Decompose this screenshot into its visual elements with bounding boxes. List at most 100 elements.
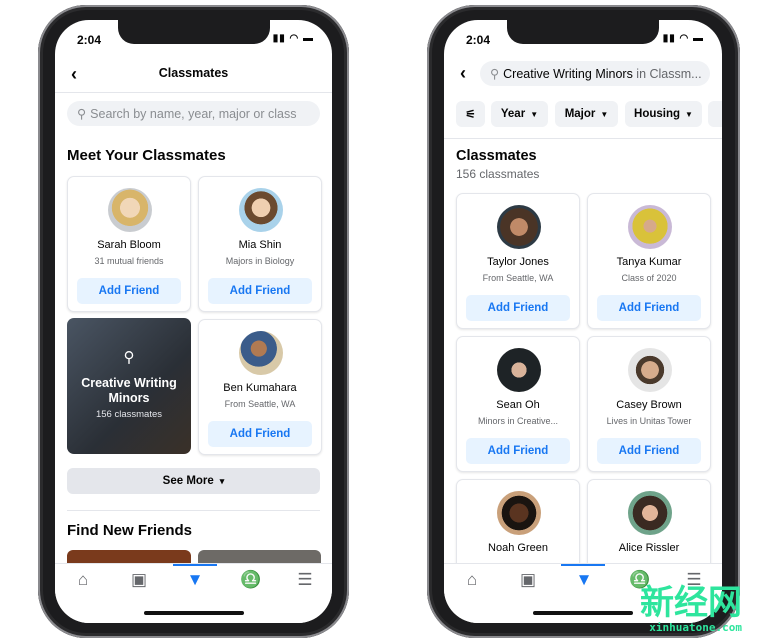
watermark: 新经网 xinhuatone.com [640, 585, 742, 634]
add-friend-button[interactable]: Add Friend [597, 438, 701, 464]
search-scope: in Classm... [632, 66, 702, 81]
sliders-icon: ⚟ [465, 109, 476, 121]
avatar[interactable] [108, 188, 152, 232]
major-filter[interactable]: Major ▼ [555, 101, 618, 127]
active-tab-indicator [561, 564, 605, 566]
classmate-info: From Seattle, WA [482, 273, 554, 283]
avatar[interactable] [628, 491, 672, 535]
status-icons: ▮▮ ◠ ▬ [662, 33, 704, 44]
find-new-friends-title: Find New Friends [67, 522, 193, 539]
screen-left: 2:04 ▮▮ ◠ ▬ ‹ Classmates ⚲ Search by nam… [55, 20, 332, 623]
notch [117, 20, 270, 44]
groups-icon[interactable]: ▼ [183, 570, 207, 590]
groups-icon[interactable]: ▼ [572, 570, 596, 590]
section-divider [67, 510, 320, 511]
add-friend-button[interactable]: Add Friend [77, 278, 181, 304]
avatar[interactable] [239, 188, 283, 232]
caret-down-icon: ▼ [685, 109, 693, 119]
add-friend-button[interactable]: Add Friend [466, 295, 570, 321]
classmate-name[interactable]: Noah Green [457, 542, 579, 554]
year-filter[interactable]: Year ▼ [491, 101, 548, 127]
classmate-name[interactable]: Mia Shin [199, 239, 321, 251]
back-button[interactable]: ‹ [460, 63, 466, 84]
home-indicator [143, 611, 244, 615]
classmate-name[interactable]: Ben Kumahara [199, 382, 321, 394]
add-friend-button[interactable]: Add Friend [466, 438, 570, 464]
phone-right: 2:04 ▮▮ ◠ ▬ ‹ ⚲ Creative Writing Minors … [427, 5, 740, 638]
search-input[interactable]: ⚲ Search by name, year, major or class [67, 101, 320, 126]
group-count: 156 classmates [95, 409, 162, 420]
status-time: 2:04 [77, 33, 102, 47]
add-friend-button[interactable]: Add Friend [597, 295, 701, 321]
avatar[interactable] [497, 491, 541, 535]
active-tab-indicator [173, 564, 217, 566]
search-icon: ⚲ [490, 67, 500, 81]
classmate-info: Majors in Biology [225, 256, 295, 266]
search-icon: ⚲ [123, 349, 135, 366]
see-more-label: See More [162, 475, 214, 487]
filter-settings-button[interactable]: ⚟ [456, 101, 485, 127]
watermark-logo: 新经网 [640, 584, 742, 622]
home-icon[interactable]: ⌂ [71, 570, 95, 590]
status-icons: ▮▮ ◠ ▬ [272, 33, 314, 44]
section-title: Meet Your Classmates [67, 147, 226, 164]
home-icon[interactable]: ⌂ [460, 570, 484, 590]
results-title: Classmates [456, 148, 537, 164]
header-divider [55, 92, 332, 93]
avatar[interactable] [497, 348, 541, 392]
search-query: Creative Writing Minors [503, 66, 633, 81]
avatar[interactable] [628, 348, 672, 392]
page-title: Classmates [158, 66, 229, 80]
add-friend-button[interactable]: Add Friend [208, 278, 312, 304]
add-friend-button[interactable]: Add Friend [208, 421, 312, 447]
classmate-name[interactable]: Taylor Jones [457, 256, 579, 268]
chip-label: Major [564, 108, 596, 120]
classmate-card: Sean Oh Minors in Creative... Add Friend [456, 336, 580, 472]
classmate-card: Taylor Jones From Seattle, WA Add Friend [456, 193, 580, 329]
caret-down-icon: ▼ [600, 109, 609, 119]
search-placeholder: Search by name, year, major or class [90, 106, 297, 121]
header-divider [444, 138, 722, 139]
chevron-down-icon: ▾ [219, 475, 225, 486]
results-count: 156 classmates [456, 167, 540, 181]
phone-left: 2:04 ▮▮ ◠ ▬ ‹ Classmates ⚲ Search by nam… [38, 5, 349, 638]
menu-icon[interactable]: ☰ [293, 570, 317, 590]
avatar[interactable] [497, 205, 541, 249]
housing-filter[interactable]: Housing ▼ [625, 101, 702, 127]
see-more-button[interactable]: See More ▾ [67, 468, 320, 494]
classmate-name[interactable]: Sarah Bloom [68, 239, 190, 251]
caret-down-icon: ▼ [530, 109, 539, 119]
bottom-tab-bar: ⌂ ▣ ▼ ♎ ☰ [55, 563, 332, 623]
chip-label: Year [500, 108, 526, 120]
watch-icon[interactable]: ▣ [516, 570, 540, 590]
home-indicator [533, 611, 633, 615]
more-filter[interactable] [708, 101, 722, 127]
search-icon: ⚲ [77, 107, 87, 121]
classmate-info: Minors in Creative... [477, 416, 559, 426]
classmate-name[interactable]: Tanya Kumar [588, 256, 710, 268]
classmate-card: Ben Kumahara From Seattle, WA Add Friend [198, 319, 322, 455]
watermark-url: xinhuatone.com [649, 621, 742, 634]
screen-right: 2:04 ▮▮ ◠ ▬ ‹ ⚲ Creative Writing Minors … [444, 20, 722, 623]
classmate-name[interactable]: Sean Oh [457, 399, 579, 411]
classmate-info: Lives in Unitas Tower [606, 416, 692, 426]
group-card-creative-writing[interactable]: ⚲ Creative Writing Minors 156 classmates [67, 318, 191, 454]
classmate-card: Tanya Kumar Class of 2020 Add Friend [587, 193, 711, 329]
notch [507, 20, 659, 44]
classmate-card: Mia Shin Majors in Biology Add Friend [198, 176, 322, 312]
classmate-info: From Seattle, WA [224, 399, 296, 409]
chip-label: Housing [634, 108, 681, 120]
classmate-info: 31 mutual friends [94, 256, 164, 266]
bell-icon[interactable]: ♎ [239, 570, 263, 590]
status-time: 2:04 [466, 33, 491, 47]
classmate-info: Class of 2020 [621, 273, 677, 283]
avatar[interactable] [239, 331, 283, 375]
search-input[interactable]: ⚲ Creative Writing Minors in Classm... [480, 61, 710, 86]
group-title: Creative Writing Minors [81, 376, 177, 405]
classmate-name[interactable]: Casey Brown [588, 399, 710, 411]
classmate-card: Sarah Bloom 31 mutual friends Add Friend [67, 176, 191, 312]
avatar[interactable] [628, 205, 672, 249]
classmate-card: Casey Brown Lives in Unitas Tower Add Fr… [587, 336, 711, 472]
watch-icon[interactable]: ▣ [127, 570, 151, 590]
classmate-name[interactable]: Alice Rissler [588, 542, 710, 554]
